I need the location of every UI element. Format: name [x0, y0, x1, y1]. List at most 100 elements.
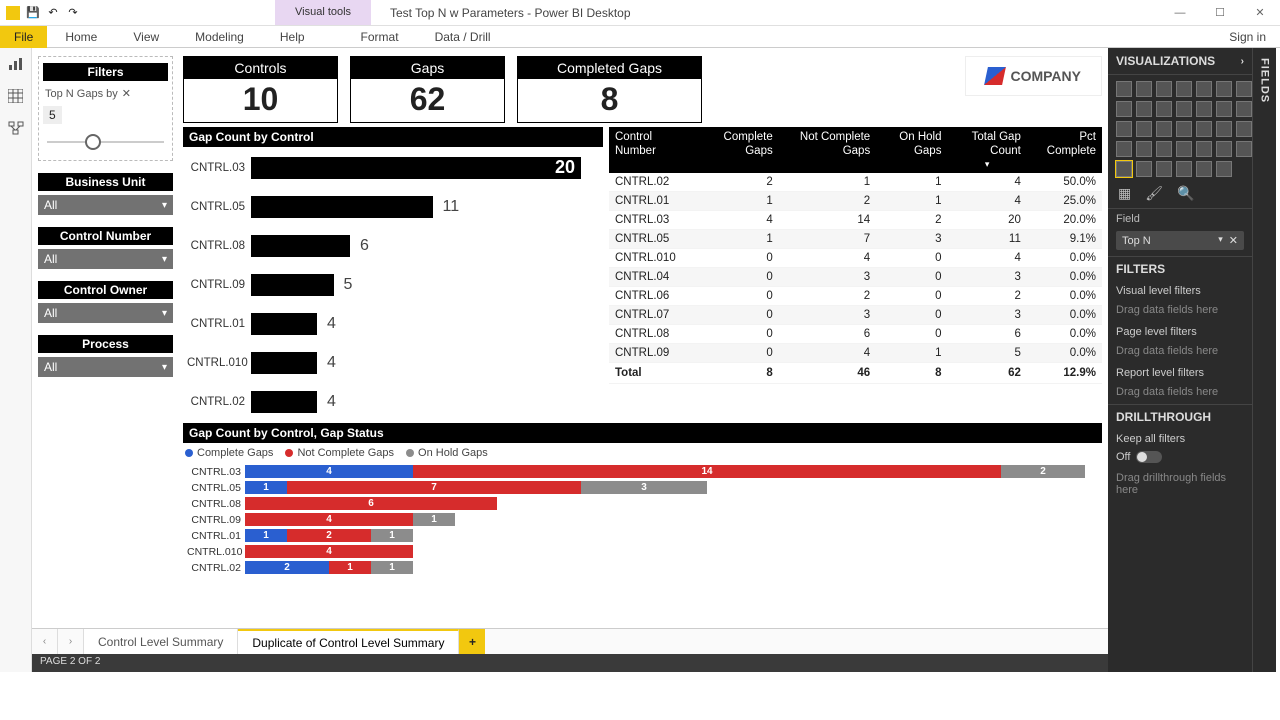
- status-bar: PAGE 2 OF 2: [32, 654, 1108, 672]
- ribbon-tabs: File Home View Modeling Help Format Data…: [0, 26, 1280, 48]
- keep-all-filters-label: Keep all filters: [1108, 429, 1252, 449]
- process-title: Process: [38, 335, 173, 353]
- topn-slicer[interactable]: Filters Top N Gaps by ✕ 5: [38, 56, 173, 161]
- drillthrough-drop-zone[interactable]: Drag drillthrough fields here: [1108, 469, 1252, 502]
- control-owner-slicer: Control Owner All▾: [38, 281, 173, 323]
- topn-slider[interactable]: [43, 130, 168, 154]
- tab-control-level-summary[interactable]: Control Level Summary: [84, 629, 238, 654]
- control-owner-title: Control Owner: [38, 281, 173, 299]
- process-dropdown[interactable]: All▾: [38, 357, 173, 377]
- business-unit-slicer: Business Unit All▾: [38, 173, 173, 215]
- chevron-down-icon: ▾: [162, 200, 167, 211]
- document-title: Test Top N w Parameters - Power BI Deskt…: [390, 6, 631, 20]
- visual-gallery[interactable]: [1108, 75, 1252, 181]
- rlf-drop-zone[interactable]: Drag data fields here: [1108, 383, 1252, 404]
- field-chip-topn[interactable]: Top N ▾✕: [1116, 231, 1244, 250]
- clear-slicer-icon[interactable]: ✕: [122, 87, 131, 100]
- page-tabs: ‹ › Control Level Summary Duplicate of C…: [32, 628, 1108, 654]
- tab-help[interactable]: Help: [262, 30, 323, 44]
- chevron-down-icon: ▾: [162, 308, 167, 319]
- gap-count-bar-chart[interactable]: Gap Count by Control CNTRL.0320CNTRL.051…: [183, 127, 603, 419]
- kpi-completed-value: 8: [518, 79, 701, 122]
- plf-drop-zone[interactable]: Drag data fields here: [1108, 342, 1252, 363]
- prev-page-button[interactable]: ‹: [32, 629, 58, 654]
- right-panes: VISUALIZATIONS› ▦ 🖌 🔍 Field Top N ▾✕ FIL…: [1108, 48, 1280, 672]
- vlf-drop-zone[interactable]: Drag data fields here: [1108, 301, 1252, 322]
- fields-pane-collapsed[interactable]: FIELDS: [1252, 48, 1276, 672]
- page-level-filters[interactable]: Page level filters: [1108, 322, 1252, 342]
- tab-data-drill[interactable]: Data / Drill: [417, 30, 509, 44]
- topn-value-input[interactable]: 5: [43, 106, 62, 124]
- redo-icon[interactable]: ↷: [66, 6, 80, 20]
- add-page-button[interactable]: +: [459, 629, 485, 654]
- visualizations-title: VISUALIZATIONS: [1116, 54, 1215, 68]
- save-icon[interactable]: 💾: [26, 6, 40, 20]
- slider-thumb[interactable]: [85, 134, 101, 150]
- fields-rail-label: FIELDS: [1259, 58, 1271, 103]
- slicer-column: Filters Top N Gaps by ✕ 5 Business Unit …: [38, 56, 173, 624]
- kpi-completed-label: Completed Gaps: [518, 57, 701, 79]
- analytics-icon[interactable]: 🔍: [1177, 185, 1194, 202]
- collapse-icon[interactable]: ›: [1241, 56, 1244, 67]
- kpi-gaps-value: 62: [351, 79, 504, 122]
- control-owner-dropdown[interactable]: All▾: [38, 303, 173, 323]
- remove-field-icon[interactable]: ✕: [1229, 234, 1238, 247]
- maximize-button[interactable]: ☐: [1200, 0, 1240, 26]
- kpi-controls[interactable]: Controls 10: [183, 56, 338, 123]
- format-icon[interactable]: 🖌: [1145, 185, 1163, 202]
- tab-view[interactable]: View: [115, 30, 177, 44]
- kpi-row: Controls 10 Gaps 62 Completed Gaps 8 COM…: [183, 56, 1102, 123]
- title-bar: 💾 ↶ ↷ Visual tools Test Top N w Paramete…: [0, 0, 1280, 26]
- filters-header: Filters: [43, 63, 168, 81]
- undo-icon[interactable]: ↶: [46, 6, 60, 20]
- stack-chart-title: Gap Count by Control, Gap Status: [183, 423, 1102, 443]
- view-rail: [0, 48, 32, 672]
- sign-in-link[interactable]: Sign in: [1229, 30, 1280, 44]
- toggle-off-label: Off: [1116, 451, 1130, 463]
- logo-icon: [985, 67, 1007, 85]
- filters-section-title: FILTERS: [1108, 256, 1252, 281]
- kpi-completed-gaps[interactable]: Completed Gaps 8: [517, 56, 702, 123]
- kpi-controls-label: Controls: [184, 57, 337, 79]
- control-number-dropdown[interactable]: All▾: [38, 249, 173, 269]
- close-button[interactable]: ✕: [1240, 0, 1280, 26]
- gap-count-stacked-chart[interactable]: Gap Count by Control, Gap Status Complet…: [183, 423, 1102, 578]
- chevron-down-icon[interactable]: ▾: [1218, 234, 1223, 247]
- app-icon: [6, 6, 20, 20]
- business-unit-title: Business Unit: [38, 173, 173, 191]
- keep-filters-toggle[interactable]: [1136, 451, 1162, 463]
- visual-tools-tab: Visual tools: [275, 0, 371, 25]
- tab-format[interactable]: Format: [343, 30, 417, 44]
- report-view-icon[interactable]: [6, 54, 26, 74]
- fields-well-icon[interactable]: ▦: [1118, 185, 1131, 202]
- kpi-gaps[interactable]: Gaps 62: [350, 56, 505, 123]
- chevron-down-icon: ▾: [162, 362, 167, 373]
- tab-modeling[interactable]: Modeling: [177, 30, 262, 44]
- control-number-title: Control Number: [38, 227, 173, 245]
- tab-duplicate-summary[interactable]: Duplicate of Control Level Summary: [238, 629, 459, 654]
- report-level-filters[interactable]: Report level filters: [1108, 363, 1252, 383]
- chevron-down-icon: ▾: [162, 254, 167, 265]
- kpi-gaps-label: Gaps: [351, 57, 504, 79]
- topn-slicer-label: Top N Gaps by: [45, 88, 118, 100]
- tab-home[interactable]: Home: [47, 30, 115, 44]
- kpi-controls-value: 10: [184, 79, 337, 122]
- file-tab[interactable]: File: [0, 26, 47, 48]
- company-logo: COMPANY: [965, 56, 1102, 96]
- drillthrough-title: DRILLTHROUGH: [1108, 404, 1252, 429]
- next-page-button[interactable]: ›: [58, 629, 84, 654]
- stack-legend: Complete Gaps Not Complete Gaps On Hold …: [183, 443, 1102, 463]
- field-well-label: Field: [1108, 208, 1252, 229]
- business-unit-dropdown[interactable]: All▾: [38, 195, 173, 215]
- quick-access-toolbar: 💾 ↶ ↷: [0, 6, 80, 20]
- bar-chart-title: Gap Count by Control: [183, 127, 603, 147]
- minimize-button[interactable]: —: [1160, 0, 1200, 26]
- data-view-icon[interactable]: [6, 86, 26, 106]
- gap-detail-table[interactable]: Control NumberComplete GapsNot Complete …: [609, 127, 1102, 419]
- control-number-slicer: Control Number All▾: [38, 227, 173, 269]
- logo-text: COMPANY: [1010, 68, 1081, 84]
- process-slicer: Process All▾: [38, 335, 173, 377]
- model-view-icon[interactable]: [6, 118, 26, 138]
- visualizations-pane: VISUALIZATIONS› ▦ 🖌 🔍 Field Top N ▾✕ FIL…: [1108, 48, 1252, 672]
- visual-level-filters[interactable]: Visual level filters: [1108, 281, 1252, 301]
